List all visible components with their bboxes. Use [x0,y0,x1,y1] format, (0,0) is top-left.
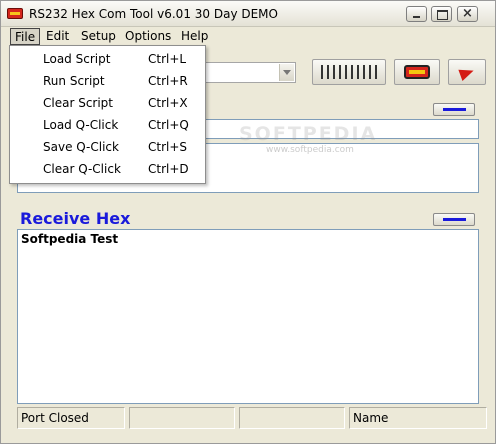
close-button[interactable]: × [457,6,478,22]
menu-item-label: Load Script [43,52,111,66]
menu-item-shortcut: Ctrl+S [148,140,188,154]
status-bar: Port Closed Name [17,407,487,429]
menu-item-run-script[interactable]: Run Script Ctrl+R [10,70,205,92]
menu-item-label: Run Script [43,74,105,88]
menu-item-label: Save Q-Click [43,140,119,154]
status-cell-2 [129,407,235,429]
watermark-url: www.softpedia.com [266,145,354,155]
menu-item-label: Clear Q-Click [43,162,121,176]
menu-item-load-q-click[interactable]: Load Q-Click Ctrl+Q [10,114,205,136]
menu-item-shortcut: Ctrl+R [148,74,188,88]
maximize-button[interactable] [431,6,452,22]
status-cell-3 [239,407,345,429]
menu-item-label: Clear Script [43,96,114,110]
menu-item-shortcut: Ctrl+L [148,52,187,66]
menu-bar: File Edit Setup Options Help [1,27,495,45]
file-menu-dropdown: Load Script Ctrl+L Run Script Ctrl+R Cle… [9,45,206,184]
menu-item-shortcut: Ctrl+Q [148,118,189,132]
send-arrow-icon [458,64,476,82]
port-lines-icon [321,65,381,82]
name-status: Name [349,407,487,429]
receive-content: Softpedia Test [21,232,119,246]
menu-options[interactable]: Options [121,28,175,45]
receive-title: Receive Hex [20,209,131,228]
menu-item-shortcut: Ctrl+D [148,162,189,176]
port-lines-button[interactable] [312,59,386,85]
app-window: RS232 Hex Com Tool v6.01 30 Day DEMO × F… [0,0,496,444]
menu-item-clear-q-click[interactable]: Clear Q-Click Ctrl+D [10,158,205,180]
chevron-down-icon[interactable] [279,64,294,81]
title-bar[interactable]: RS232 Hex Com Tool v6.01 30 Day DEMO × [1,1,495,27]
app-icon [7,8,23,19]
transmit-toggle-button[interactable] [433,103,475,116]
menu-help[interactable]: Help [177,28,212,45]
send-button[interactable] [448,59,486,85]
port-select[interactable] [204,62,296,83]
minimize-button[interactable] [406,6,427,22]
serial-port-button[interactable] [394,59,440,85]
receive-toggle-button[interactable] [433,213,475,226]
port-status: Port Closed [17,407,125,429]
receive-pane[interactable]: Softpedia Test [17,229,479,404]
close-icon: × [462,6,473,21]
watermark: SOFTPEDIA [239,123,378,145]
menu-edit[interactable]: Edit [42,28,73,45]
menu-item-save-q-click[interactable]: Save Q-Click Ctrl+S [10,136,205,158]
menu-item-load-script[interactable]: Load Script Ctrl+L [10,48,205,70]
menu-setup[interactable]: Setup [77,28,120,45]
menu-file[interactable]: File [10,28,41,45]
menu-item-label: Load Q-Click [43,118,119,132]
menu-item-shortcut: Ctrl+X [148,96,188,110]
menu-item-clear-script[interactable]: Clear Script Ctrl+X [10,92,205,114]
serial-port-icon [404,65,430,79]
window-title: RS232 Hex Com Tool v6.01 30 Day DEMO [29,7,278,21]
